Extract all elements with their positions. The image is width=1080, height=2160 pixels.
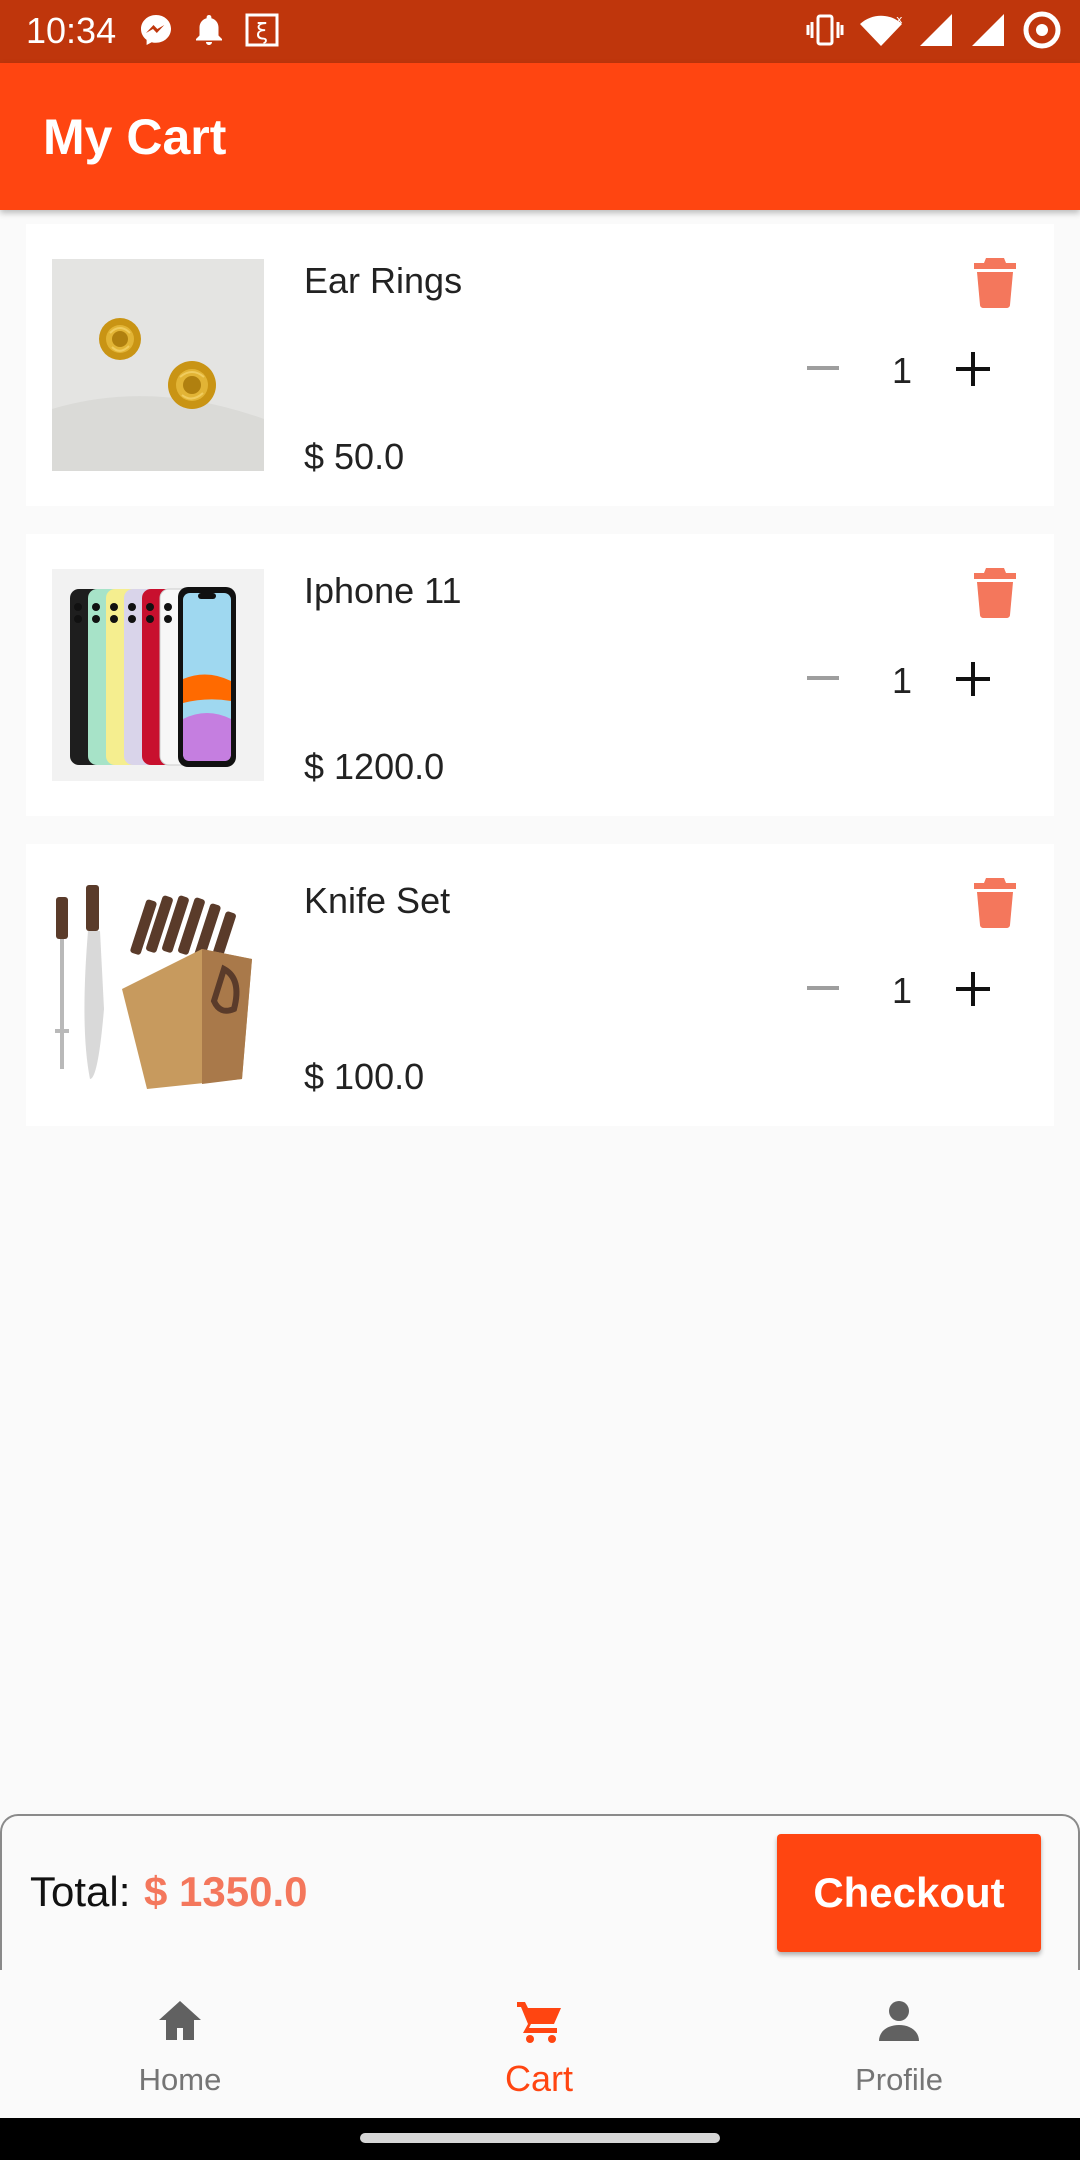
- plus-icon[interactable]: [948, 344, 998, 394]
- cart-list: Ear Rings $ 50.0 1 Iphone 11 $ 1200.0 1 …: [26, 224, 1054, 1154]
- knife-block-set-image: [52, 879, 264, 1091]
- nav-label: Home: [138, 2062, 222, 2097]
- messenger-icon: [141, 15, 171, 45]
- quantity-value: 1: [891, 970, 913, 1011]
- svg-text:x: x: [896, 13, 903, 26]
- minus-icon[interactable]: [798, 658, 848, 698]
- item-name: Ear Rings: [304, 260, 463, 301]
- cart-item: Iphone 11 $ 1200.0 1: [26, 534, 1054, 816]
- wifi-icon: x: [860, 13, 903, 46]
- nav-item-home[interactable]: Home: [60, 1970, 300, 2118]
- app-bar: My Cart: [0, 63, 1080, 210]
- bottom-nav: Home Cart Profile: [0, 1970, 1080, 2118]
- item-name: Knife Set: [304, 880, 451, 921]
- home-gesture-handle[interactable]: [360, 2133, 720, 2143]
- trash-icon[interactable]: [972, 876, 1018, 928]
- page-title: My Cart: [43, 109, 227, 165]
- signal-icon: [972, 14, 1004, 46]
- vibrate-icon: [806, 14, 844, 46]
- quantity-value: 1: [891, 660, 913, 701]
- item-price: $ 1200.0: [304, 746, 445, 787]
- plus-icon[interactable]: [948, 964, 998, 1014]
- signal-icon: [920, 14, 952, 46]
- nav-item-profile[interactable]: Profile: [779, 1970, 1019, 2118]
- total-label: Total:: [30, 1868, 131, 1915]
- trash-icon[interactable]: [972, 566, 1018, 618]
- item-name: Iphone 11: [304, 570, 462, 611]
- rupee-icon: ξ: [245, 13, 279, 47]
- bell-icon: [196, 15, 222, 45]
- plus-icon[interactable]: [948, 654, 998, 704]
- cart-item: Knife Set $ 100.0 1: [26, 844, 1054, 1126]
- trash-icon[interactable]: [972, 256, 1018, 308]
- status-time: 10:34: [26, 10, 117, 51]
- cart-item: Ear Rings $ 50.0 1: [26, 224, 1054, 506]
- checkout-panel: Total: $ 1350.0 Checkout: [0, 1814, 1080, 1970]
- iphone-11-colors-image: [52, 569, 264, 781]
- gold-rose-earrings-image: [52, 259, 264, 471]
- home-icon: [159, 2001, 201, 2040]
- minus-icon[interactable]: [798, 968, 848, 1008]
- svg-text:ξ: ξ: [256, 20, 268, 45]
- status-bar: 10:34 ξ x: [0, 0, 1080, 63]
- nav-label: Profile: [855, 2062, 943, 2097]
- person-icon: [879, 2001, 919, 2041]
- quantity-value: 1: [891, 350, 913, 391]
- nav-item-cart[interactable]: Cart: [419, 1970, 659, 2118]
- item-price: $ 50.0: [304, 436, 405, 477]
- minus-icon[interactable]: [798, 348, 848, 388]
- checkout-button[interactable]: Checkout: [777, 1834, 1041, 1952]
- cart-icon: [517, 2002, 561, 2043]
- total-amount: $ 1350.0: [144, 1868, 308, 1915]
- item-price: $ 100.0: [304, 1056, 425, 1097]
- system-nav-bar: [0, 2118, 1080, 2160]
- circle-icon: [1023, 11, 1061, 49]
- nav-label: Cart: [504, 2058, 573, 2099]
